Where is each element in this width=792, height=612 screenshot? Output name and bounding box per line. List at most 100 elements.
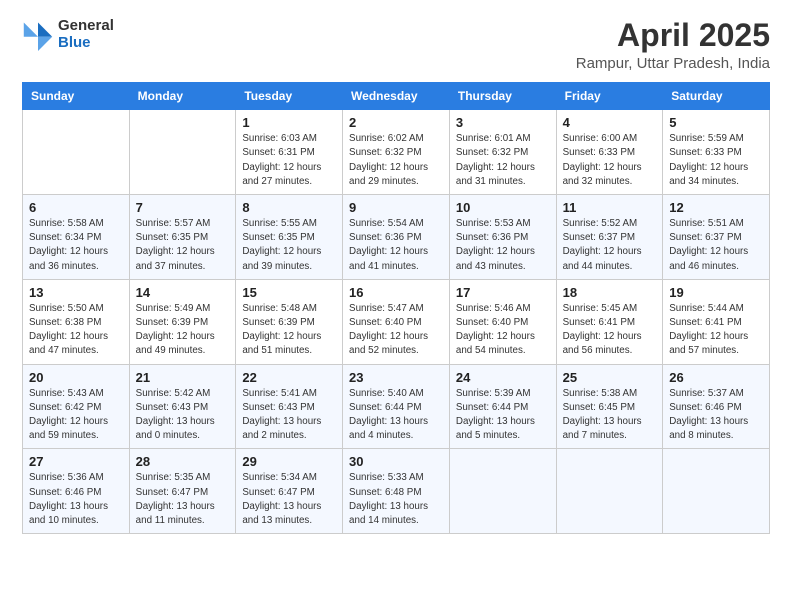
day-number: 7	[136, 200, 230, 215]
header-wednesday: Wednesday	[343, 83, 450, 110]
logo-general: General	[58, 18, 114, 35]
logo-text: General Blue	[58, 18, 114, 51]
table-row: 14 Sunrise: 5:49 AM Sunset: 6:39 PM Dayli…	[129, 279, 236, 364]
table-row: 27Sunrise: 5:36 AM Sunset: 6:46 PM Dayli…	[23, 449, 130, 534]
table-row: 28Sunrise: 5:35 AM Sunset: 6:47 PM Dayli…	[129, 449, 236, 534]
table-row	[23, 110, 130, 195]
day-number: 18	[563, 285, 657, 300]
table-row: 26 Sunrise: 5:37 AM Sunset: 6:46 PM Dayli…	[663, 364, 770, 449]
calendar-week-row: 20Sunrise: 5:43 AM Sunset: 6:42 PM Dayli…	[23, 364, 770, 449]
logo: General Blue	[22, 18, 114, 51]
table-row: 6 Sunrise: 5:58 AM Sunset: 6:34 PM Daylig…	[23, 195, 130, 280]
header-friday: Friday	[556, 83, 663, 110]
table-row	[449, 449, 556, 534]
day-number: 21	[136, 370, 230, 385]
header: General Blue April 2025 Rampur, Uttar Pr…	[22, 18, 770, 72]
table-row: 23 Sunrise: 5:40 AM Sunset: 6:44 PM Dayli…	[343, 364, 450, 449]
day-info: Sunrise: 5:48 AM Sunset: 6:39 PM Dayligh…	[242, 303, 321, 357]
table-row: 30 Sunrise: 5:33 AM Sunset: 6:48 PM Dayli…	[343, 449, 450, 534]
day-number: 19	[669, 285, 763, 300]
day-number: 26	[669, 370, 763, 385]
day-number: 12	[669, 200, 763, 215]
table-row: 8 Sunrise: 5:55 AM Sunset: 6:35 PM Daylig…	[236, 195, 343, 280]
day-number: 22	[242, 370, 336, 385]
day-number: 6	[29, 200, 123, 215]
day-info: Sunrise: 5:40 AM Sunset: 6:44 PM Dayligh…	[349, 388, 428, 442]
day-number: 5	[669, 115, 763, 130]
day-number: 15	[242, 285, 336, 300]
header-monday: Monday	[129, 83, 236, 110]
month-title: April 2025	[576, 18, 770, 53]
header-saturday: Saturday	[663, 83, 770, 110]
day-info: Sunrise: 5:33 AM Sunset: 6:48 PM Dayligh…	[349, 472, 428, 526]
table-row: 9Sunrise: 5:54 AM Sunset: 6:36 PM Daylig…	[343, 195, 450, 280]
table-row	[129, 110, 236, 195]
table-row: 2 Sunrise: 6:02 AM Sunset: 6:32 PM Daylig…	[343, 110, 450, 195]
title-section: April 2025 Rampur, Uttar Pradesh, India	[576, 18, 770, 72]
day-info: Sunrise: 5:49 AM Sunset: 6:39 PM Dayligh…	[136, 303, 215, 357]
day-number: 23	[349, 370, 443, 385]
table-row: 13 Sunrise: 5:50 AM Sunset: 6:38 PM Dayli…	[23, 279, 130, 364]
table-row: 21 Sunrise: 5:42 AM Sunset: 6:43 PM Dayli…	[129, 364, 236, 449]
table-row: 20Sunrise: 5:43 AM Sunset: 6:42 PM Dayli…	[23, 364, 130, 449]
day-number: 1	[242, 115, 336, 130]
day-number: 14	[136, 285, 230, 300]
header-thursday: Thursday	[449, 83, 556, 110]
page: General Blue April 2025 Rampur, Uttar Pr…	[0, 0, 792, 612]
day-info: Sunrise: 5:57 AM Sunset: 6:35 PM Dayligh…	[136, 218, 215, 272]
day-number: 16	[349, 285, 443, 300]
day-info: Sunrise: 5:54 AM Sunset: 6:36 PM Dayligh…	[349, 218, 428, 272]
table-row: 19 Sunrise: 5:44 AM Sunset: 6:41 PM Dayli…	[663, 279, 770, 364]
day-number: 20	[29, 370, 123, 385]
calendar-week-row: 27Sunrise: 5:36 AM Sunset: 6:46 PM Dayli…	[23, 449, 770, 534]
day-info: Sunrise: 5:58 AM Sunset: 6:34 PM Dayligh…	[29, 218, 108, 272]
day-info: Sunrise: 5:39 AM Sunset: 6:44 PM Dayligh…	[456, 388, 535, 442]
day-info: Sunrise: 5:51 AM Sunset: 6:37 PM Dayligh…	[669, 218, 748, 272]
day-number: 30	[349, 454, 443, 469]
day-info: Sunrise: 5:41 AM Sunset: 6:43 PM Dayligh…	[242, 388, 321, 442]
table-row: 5Sunrise: 5:59 AM Sunset: 6:33 PM Daylig…	[663, 110, 770, 195]
table-row: 18Sunrise: 5:45 AM Sunset: 6:41 PM Dayli…	[556, 279, 663, 364]
day-info: Sunrise: 5:42 AM Sunset: 6:43 PM Dayligh…	[136, 388, 215, 442]
calendar-table: Sunday Monday Tuesday Wednesday Thursday…	[22, 82, 770, 534]
day-number: 4	[563, 115, 657, 130]
table-row: 11 Sunrise: 5:52 AM Sunset: 6:37 PM Dayli…	[556, 195, 663, 280]
table-row: 16 Sunrise: 5:47 AM Sunset: 6:40 PM Dayli…	[343, 279, 450, 364]
day-info: Sunrise: 5:44 AM Sunset: 6:41 PM Dayligh…	[669, 303, 748, 357]
table-row: 10 Sunrise: 5:53 AM Sunset: 6:36 PM Dayli…	[449, 195, 556, 280]
calendar-week-row: 6 Sunrise: 5:58 AM Sunset: 6:34 PM Daylig…	[23, 195, 770, 280]
header-sunday: Sunday	[23, 83, 130, 110]
day-info: Sunrise: 5:55 AM Sunset: 6:35 PM Dayligh…	[242, 218, 321, 272]
day-info: Sunrise: 5:52 AM Sunset: 6:37 PM Dayligh…	[563, 218, 642, 272]
day-number: 13	[29, 285, 123, 300]
table-row	[556, 449, 663, 534]
calendar-week-row: 13 Sunrise: 5:50 AM Sunset: 6:38 PM Dayli…	[23, 279, 770, 364]
day-number: 29	[242, 454, 336, 469]
calendar-header-row: Sunday Monday Tuesday Wednesday Thursday…	[23, 83, 770, 110]
logo-blue: Blue	[58, 35, 114, 52]
day-info: Sunrise: 5:36 AM Sunset: 6:46 PM Dayligh…	[29, 472, 108, 526]
day-number: 25	[563, 370, 657, 385]
day-info: Sunrise: 6:02 AM Sunset: 6:32 PM Dayligh…	[349, 133, 428, 187]
day-info: Sunrise: 5:34 AM Sunset: 6:47 PM Dayligh…	[242, 472, 321, 526]
day-info: Sunrise: 5:37 AM Sunset: 6:46 PM Dayligh…	[669, 388, 748, 442]
table-row: 3Sunrise: 6:01 AM Sunset: 6:32 PM Daylig…	[449, 110, 556, 195]
day-number: 2	[349, 115, 443, 130]
day-info: Sunrise: 5:35 AM Sunset: 6:47 PM Dayligh…	[136, 472, 215, 526]
table-row: 17Sunrise: 5:46 AM Sunset: 6:40 PM Dayli…	[449, 279, 556, 364]
day-info: Sunrise: 5:47 AM Sunset: 6:40 PM Dayligh…	[349, 303, 428, 357]
day-number: 11	[563, 200, 657, 215]
table-row: 25Sunrise: 5:38 AM Sunset: 6:45 PM Dayli…	[556, 364, 663, 449]
table-row: 7 Sunrise: 5:57 AM Sunset: 6:35 PM Daylig…	[129, 195, 236, 280]
day-number: 17	[456, 285, 550, 300]
day-info: Sunrise: 6:01 AM Sunset: 6:32 PM Dayligh…	[456, 133, 535, 187]
table-row: 29 Sunrise: 5:34 AM Sunset: 6:47 PM Dayli…	[236, 449, 343, 534]
location: Rampur, Uttar Pradesh, India	[576, 55, 770, 72]
table-row: 1Sunrise: 6:03 AM Sunset: 6:31 PM Daylig…	[236, 110, 343, 195]
day-number: 10	[456, 200, 550, 215]
day-info: Sunrise: 5:50 AM Sunset: 6:38 PM Dayligh…	[29, 303, 108, 357]
day-info: Sunrise: 5:53 AM Sunset: 6:36 PM Dayligh…	[456, 218, 535, 272]
day-info: Sunrise: 6:00 AM Sunset: 6:33 PM Dayligh…	[563, 133, 642, 187]
day-number: 8	[242, 200, 336, 215]
table-row: 12 Sunrise: 5:51 AM Sunset: 6:37 PM Dayli…	[663, 195, 770, 280]
